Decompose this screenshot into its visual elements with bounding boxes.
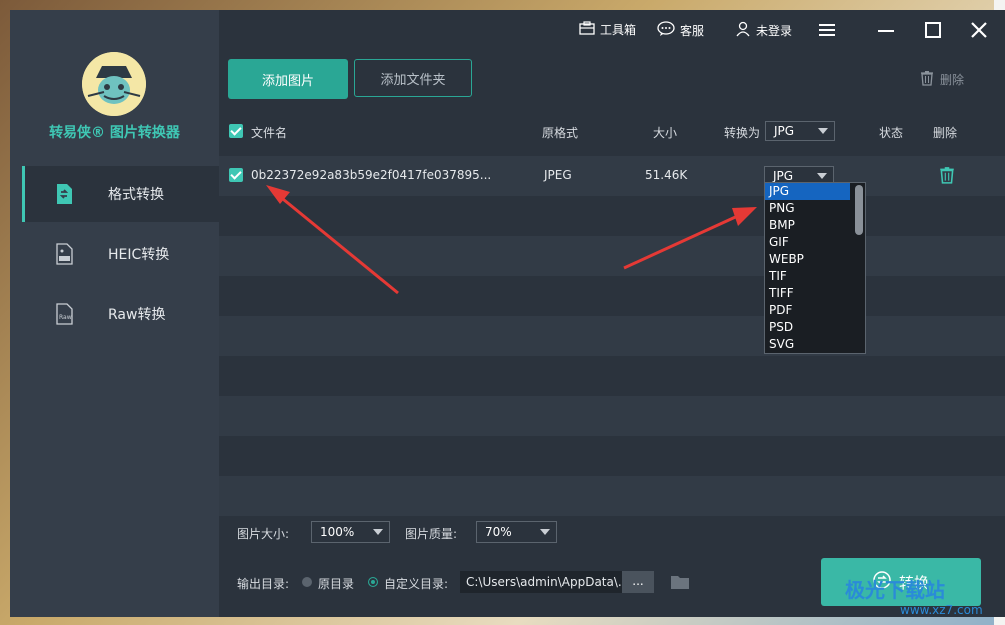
annotation-arrows	[266, 185, 757, 295]
site-watermark-url: www.xz7.com	[900, 603, 983, 617]
site-watermark: 极光下载站	[845, 578, 945, 602]
